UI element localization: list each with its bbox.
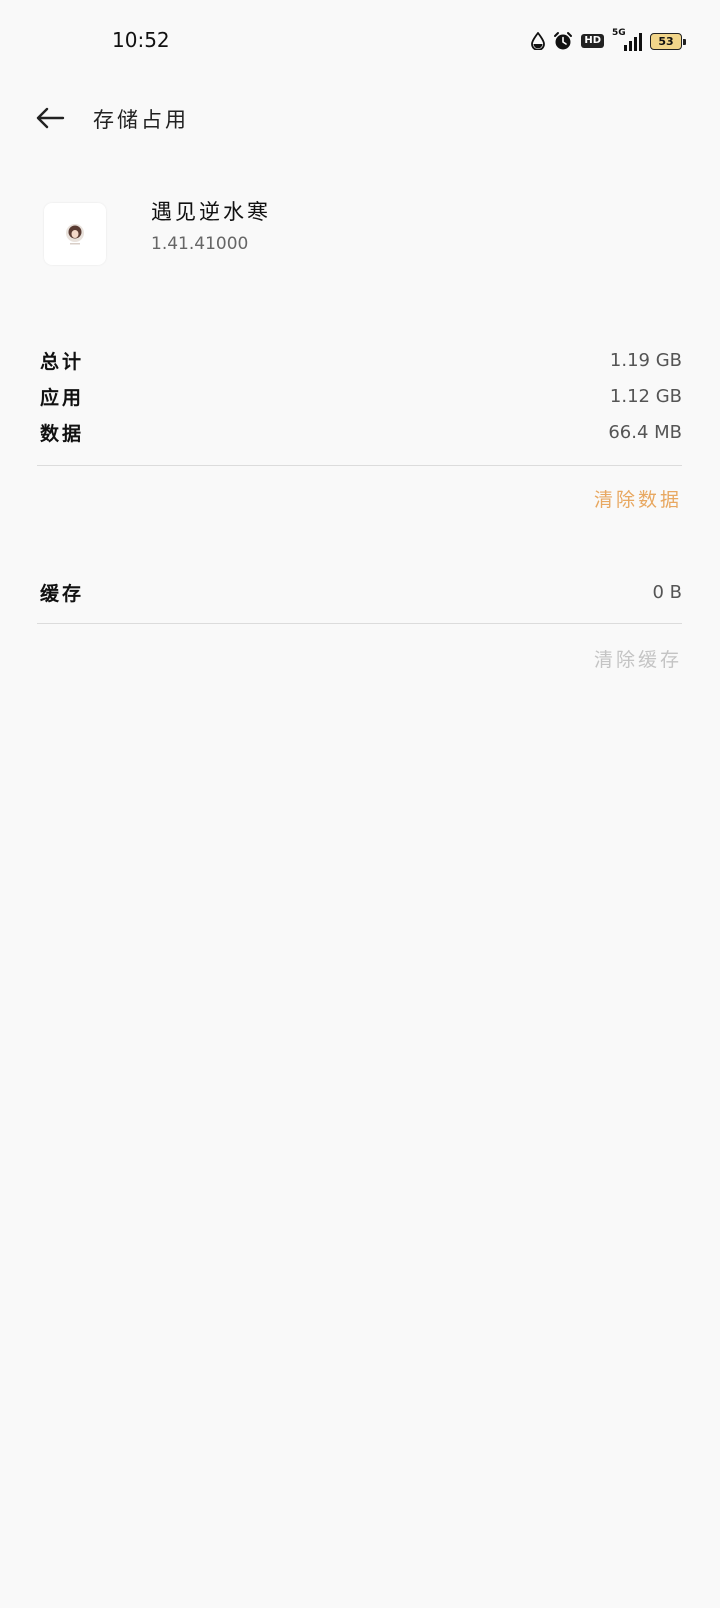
storage-label: 总计 xyxy=(40,350,85,373)
alarm-icon xyxy=(553,31,573,51)
app-icon-card xyxy=(44,203,106,265)
battery-level: 53 xyxy=(658,34,674,48)
clear-cache-button[interactable]: 清除缓存 xyxy=(594,645,682,672)
header: 存储占用 xyxy=(0,90,720,146)
drop-icon xyxy=(531,32,546,50)
hd-icon: HD xyxy=(581,34,604,48)
storage-usage-screen: 10:52 HD 5G 53 存储占用 遇见逆水寒 1.41.41000 总计 … xyxy=(0,0,720,1608)
storage-value: 1.12 GB xyxy=(609,385,682,407)
cache-value: 0 B xyxy=(652,581,682,603)
battery-icon: 53 xyxy=(650,32,686,50)
signal-icon: 5G xyxy=(612,28,642,52)
storage-value: 66.4 MB xyxy=(608,421,682,443)
clear-data-button[interactable]: 清除数据 xyxy=(594,485,682,512)
app-avatar-icon xyxy=(66,224,84,245)
page-title: 存储占用 xyxy=(93,108,189,132)
divider xyxy=(37,465,682,466)
app-version: 1.41.41000 xyxy=(151,234,249,254)
app-name: 遇见逆水寒 xyxy=(151,200,271,224)
arrow-left-icon xyxy=(36,107,65,129)
back-button[interactable] xyxy=(30,100,70,136)
status-icons: HD 5G 53 xyxy=(531,28,686,54)
storage-row-data: 数据 66.4 MB xyxy=(40,418,682,446)
cache-label: 缓存 xyxy=(40,582,85,605)
storage-value: 1.19 GB xyxy=(609,349,682,371)
storage-label: 应用 xyxy=(40,386,85,409)
cache-row: 缓存 0 B xyxy=(40,578,682,606)
storage-row-total: 总计 1.19 GB xyxy=(40,346,682,374)
storage-label: 数据 xyxy=(40,422,85,445)
storage-row-app: 应用 1.12 GB xyxy=(40,382,682,410)
status-time: 10:52 xyxy=(112,28,170,52)
divider xyxy=(37,623,682,624)
status-bar: 10:52 HD 5G 53 xyxy=(0,0,720,84)
